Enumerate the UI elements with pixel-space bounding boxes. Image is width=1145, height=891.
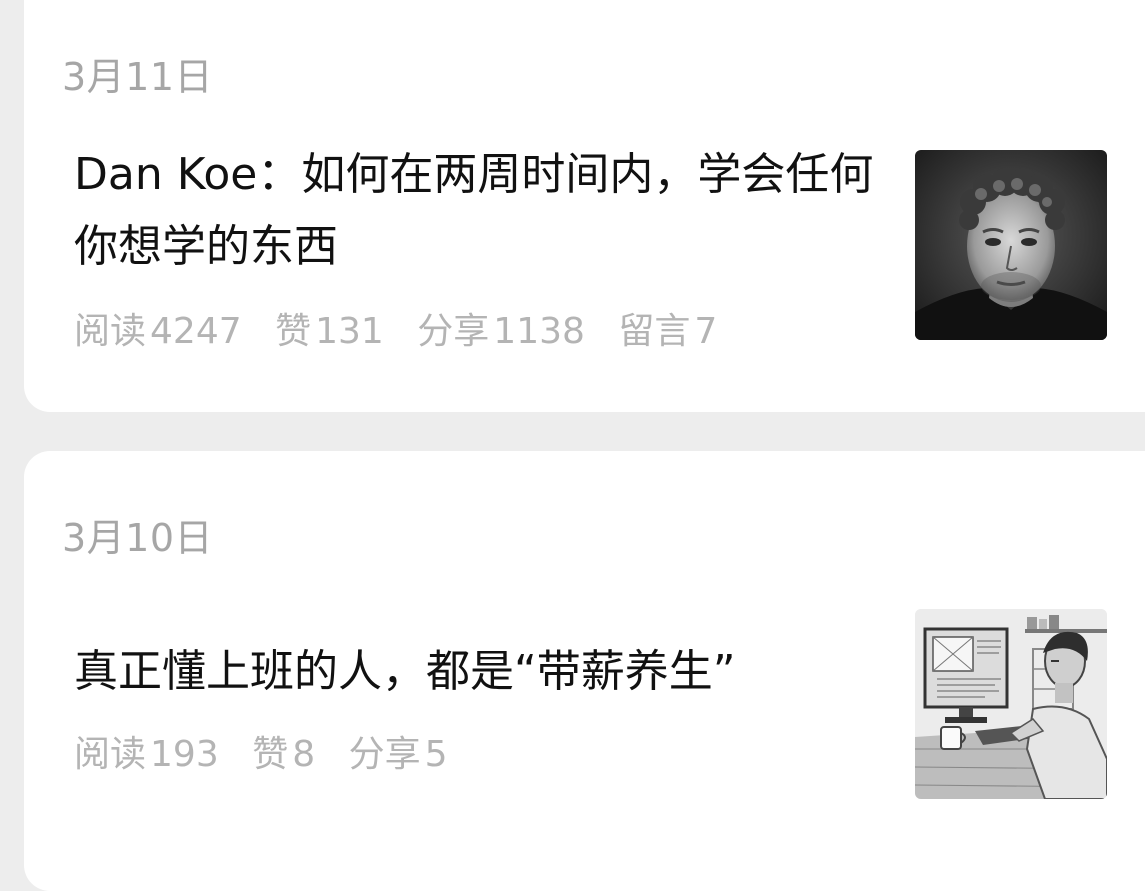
- article-title[interactable]: 真正懂上班的人，都是“带薪养生”: [74, 636, 874, 708]
- article-thumbnail[interactable]: [915, 150, 1107, 340]
- article-date: 3月11日: [62, 55, 214, 99]
- portrait-photo-icon: [915, 150, 1107, 340]
- office-worker-illustration-icon: [915, 609, 1107, 799]
- stat-shares: 分享 5: [348, 734, 448, 775]
- article-title[interactable]: Dan Koe：如何在两周时间内，学会任何你想学的东西: [74, 139, 874, 283]
- article-card[interactable]: 3月10日 真正懂上班的人，都是“带薪养生” 阅读 193 赞8 分享 5: [24, 451, 1145, 891]
- stat-shares: 分享 1138: [417, 311, 585, 352]
- stat-reads: 阅读 4247: [74, 311, 242, 352]
- article-stats: 阅读 193 赞8 分享 5: [74, 725, 469, 777]
- article-card[interactable]: 3月11日 Dan Koe：如何在两周时间内，学会任何你想学的东西 阅读 4247…: [24, 0, 1145, 412]
- stat-likes: 赞 131: [275, 311, 384, 352]
- stat-reads: 阅读 193: [74, 734, 219, 775]
- stat-likes: 赞8: [252, 734, 316, 775]
- stat-comments: 留言 7: [618, 311, 718, 352]
- article-stats: 阅读 4247 赞 131 分享 1138 留言 7: [74, 302, 739, 354]
- article-thumbnail[interactable]: [915, 609, 1107, 799]
- article-date: 3月10日: [62, 516, 214, 560]
